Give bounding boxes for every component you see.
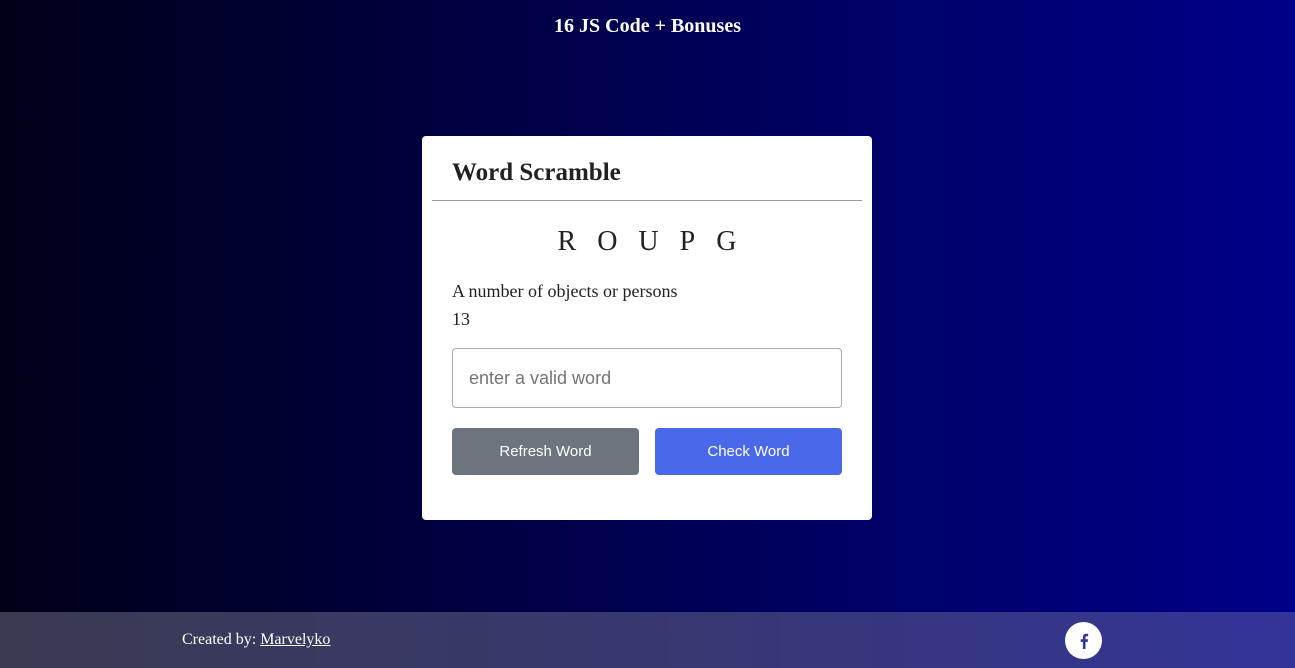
- facebook-button[interactable]: [1065, 622, 1102, 659]
- hint-text: A number of objects or persons: [452, 281, 678, 301]
- author-link[interactable]: Marvelyko: [260, 631, 330, 648]
- credit-prefix: Created by:: [182, 631, 261, 648]
- word-scramble-card: Word Scramble ROUPG A number of objects …: [422, 136, 872, 520]
- card-divider: [432, 200, 862, 201]
- check-word-button[interactable]: Check Word: [655, 428, 842, 475]
- page-title: 16 JS Code + Bonuses: [554, 15, 741, 37]
- time-left: 13: [452, 309, 470, 329]
- refresh-word-button[interactable]: Refresh Word: [452, 428, 639, 475]
- scrambled-word: ROUPG: [557, 226, 758, 257]
- footer: Created by: Marvelyko: [0, 612, 1295, 668]
- word-input[interactable]: [452, 348, 842, 408]
- card-title: Word Scramble: [452, 159, 621, 186]
- footer-credit: Created by: Marvelyko: [182, 630, 330, 650]
- facebook-icon: [1080, 633, 1088, 649]
